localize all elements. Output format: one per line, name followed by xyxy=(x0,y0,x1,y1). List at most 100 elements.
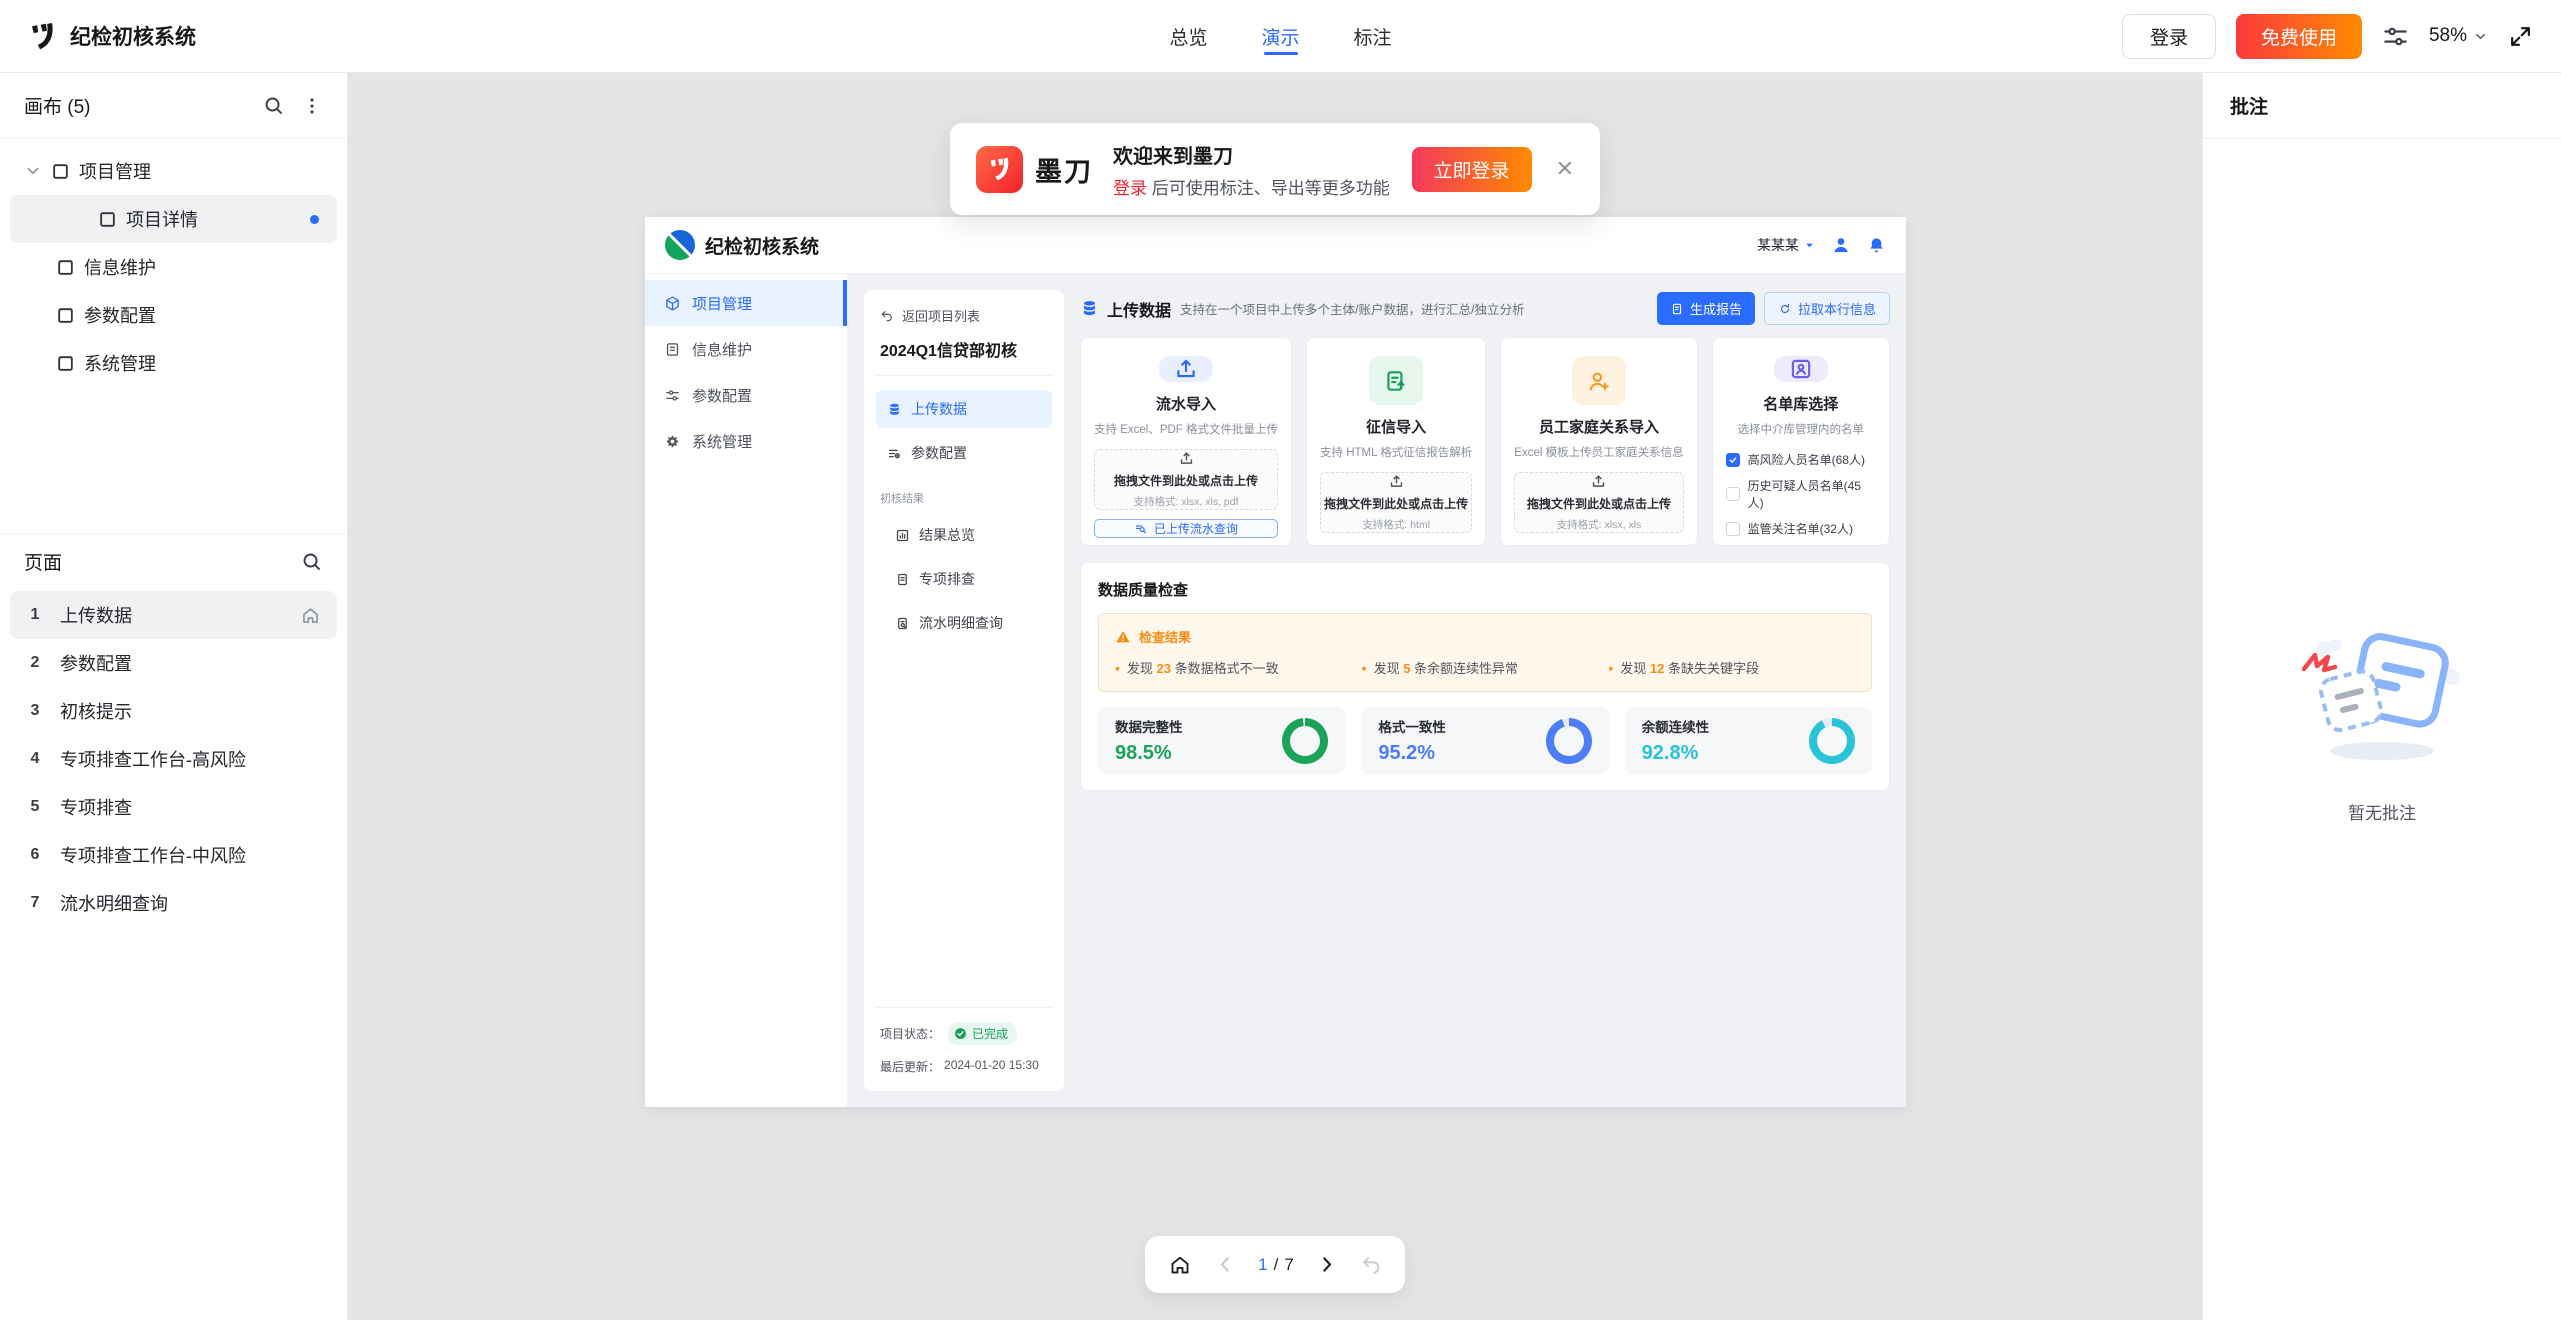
status-badge: 已完成 xyxy=(948,1022,1017,1045)
bullet: • xyxy=(1608,660,1613,676)
canvas-tree: 项目管理 项目详情 信息维护 参数配置 xyxy=(0,139,347,533)
bank-logo-icon xyxy=(665,230,695,260)
document-icon xyxy=(895,572,910,587)
free-use-button[interactable]: 免费使用 xyxy=(2236,14,2362,59)
option-regulator-watch[interactable]: 监管关注名单(32人) xyxy=(1726,520,1876,537)
back-to-project-list[interactable]: 返回项目列表 xyxy=(876,306,1052,325)
menu-item-special-check[interactable]: 专项排查 xyxy=(884,560,1052,598)
uploaded-flow-query-label: 已上传流水查询 xyxy=(1154,520,1238,537)
next-page-icon[interactable] xyxy=(1316,1254,1337,1275)
nav-item-info-maintain[interactable]: 信息维护 xyxy=(645,326,847,372)
page-row-special-check[interactable]: 5 专项排查 xyxy=(10,783,337,831)
dropzone-formats: 支持格式: xlsx, xls, pdf xyxy=(1134,494,1239,509)
login-now-button[interactable]: 立即登录 xyxy=(1412,147,1532,192)
chevron-down-icon xyxy=(2473,29,2488,44)
option-high-risk[interactable]: 高风险人员名单(68人) xyxy=(1726,451,1876,468)
check-circle-icon xyxy=(954,1027,967,1040)
fullscreen-icon[interactable] xyxy=(2508,24,2533,49)
page-row-review-hint[interactable]: 3 初核提示 xyxy=(10,687,337,735)
tree-item-project-detail[interactable]: 项目详情 xyxy=(10,195,337,243)
menu-item-flow-detail-query[interactable]: 流水明细查询 xyxy=(884,604,1052,642)
restart-icon[interactable] xyxy=(1360,1254,1382,1276)
back-label: 返回项目列表 xyxy=(902,306,980,325)
metric-label: 余额连续性 xyxy=(1642,716,1710,736)
card-title: 名单库选择 xyxy=(1763,393,1838,414)
uploaded-flow-query-button[interactable]: 已上传流水查询 xyxy=(1094,519,1278,538)
login-button[interactable]: 登录 xyxy=(2122,14,2216,59)
updated-label: 最后更新： xyxy=(880,1058,940,1075)
page-number: 2 xyxy=(26,654,44,672)
chevron-down-icon[interactable] xyxy=(24,162,42,180)
checkbox-unchecked-icon[interactable] xyxy=(1726,522,1740,536)
generate-report-button[interactable]: 生成报告 xyxy=(1657,292,1755,325)
nav-label: 信息维护 xyxy=(692,339,752,360)
nav-item-params-config[interactable]: 参数配置 xyxy=(645,372,847,418)
results-section-label: 初核结果 xyxy=(880,490,1048,506)
card-desc: 选择中介库管理内的名单 xyxy=(1738,421,1865,437)
frame-icon xyxy=(51,162,70,181)
presentation-controls: 1 / 7 xyxy=(1145,1236,1405,1293)
flow-dropzone[interactable]: 拖拽文件到此处或点击上传 支持格式: xlsx, xls, pdf xyxy=(1094,449,1278,510)
search-icon[interactable] xyxy=(300,550,323,573)
upload-icon xyxy=(1159,356,1213,382)
app-title: 纪检初核系统 xyxy=(70,21,196,51)
metric-label: 数据完整性 xyxy=(1115,716,1183,736)
home-icon[interactable] xyxy=(1168,1253,1192,1277)
tree-item-label: 系统管理 xyxy=(84,350,156,376)
home-icon xyxy=(300,605,321,626)
dropzone-text: 拖拽文件到此处或点击上传 xyxy=(1324,495,1468,512)
tree-item-label: 项目详情 xyxy=(126,206,198,232)
menu-label: 结果总览 xyxy=(919,525,975,545)
card-desc: Excel 模板上传员工家庭关系信息 xyxy=(1514,444,1683,460)
settings-sliders-icon[interactable] xyxy=(2382,23,2409,50)
tree-item-system-manage[interactable]: 系统管理 xyxy=(10,339,337,387)
user-icon[interactable] xyxy=(1831,235,1851,255)
cube-icon xyxy=(664,295,681,312)
family-dropzone[interactable]: 拖拽文件到此处或点击上传 支持格式: xlsx, xls xyxy=(1514,472,1683,533)
nav-item-project-management[interactable]: 项目管理 xyxy=(645,280,847,326)
project-sidebar: 返回项目列表 2024Q1信贷部初核 上传数据 参数配置 初核结果 xyxy=(864,290,1064,1091)
annotation-panel: 批注 暂无批注 xyxy=(2202,73,2561,1320)
tree-item-params-config[interactable]: 参数配置 xyxy=(10,291,337,339)
option-label: 历史可疑人员名单(45人) xyxy=(1748,477,1876,511)
bell-icon[interactable] xyxy=(1867,236,1886,255)
menu-item-results-overview[interactable]: 结果总览 xyxy=(884,516,1052,554)
empty-annotation-text: 暂无批注 xyxy=(2348,799,2416,824)
page-row-workbench-mid[interactable]: 6 专项排查工作台-中风险 xyxy=(10,831,337,879)
page-row-workbench-high[interactable]: 4 专项排查工作台-高风险 xyxy=(10,735,337,783)
page-row-flow-detail[interactable]: 7 流水明细查询 xyxy=(10,879,337,927)
metric-value: 98.5% xyxy=(1115,742,1183,765)
zoom-select[interactable]: 58% xyxy=(2429,25,2488,47)
page-row-params-config[interactable]: 2 参数配置 xyxy=(10,639,337,687)
tree-item-info-maintain[interactable]: 信息维护 xyxy=(10,243,337,291)
left-sidebar: 画布 (5) 项目管理 xyxy=(0,73,348,1320)
kebab-menu-icon[interactable] xyxy=(301,95,323,117)
checkbox-unchecked-icon[interactable] xyxy=(1726,487,1740,501)
frame-icon xyxy=(56,306,75,325)
upload-icon xyxy=(1388,473,1405,490)
check-result-label: 检查结果 xyxy=(1139,627,1191,646)
option-history-suspect[interactable]: 历史可疑人员名单(45人) xyxy=(1726,477,1876,511)
prev-page-icon[interactable] xyxy=(1215,1254,1236,1275)
menu-item-params-config[interactable]: 参数配置 xyxy=(876,434,1052,472)
tab-overview[interactable]: 总览 xyxy=(1169,0,1207,72)
nav-item-system-manage[interactable]: 系统管理 xyxy=(645,418,847,464)
close-icon[interactable]: ✕ xyxy=(1556,158,1574,180)
annotation-empty-state: 暂无批注 xyxy=(2203,625,2561,824)
banner-login-link[interactable]: 登录 xyxy=(1113,179,1147,198)
top-bar: 纪检初核系统 总览 演示 标注 登录 免费使用 58% xyxy=(0,0,2561,73)
page-row-upload-data[interactable]: 1 上传数据 xyxy=(10,591,337,639)
pull-bank-info-button[interactable]: 拉取本行信息 xyxy=(1764,292,1890,325)
page-label: 专项排查 xyxy=(60,794,132,820)
tab-presentation[interactable]: 演示 xyxy=(1261,0,1299,72)
tree-item-project-management[interactable]: 项目管理 xyxy=(10,147,337,195)
search-icon[interactable] xyxy=(262,94,285,117)
tab-annotation[interactable]: 标注 xyxy=(1354,0,1392,72)
card-desc: 支持 Excel、PDF 格式文件批量上传 xyxy=(1094,421,1278,437)
credit-dropzone[interactable]: 拖拽文件到此处或点击上传 支持格式: html xyxy=(1320,472,1472,533)
menu-item-upload-data[interactable]: 上传数据 xyxy=(876,390,1052,428)
checkbox-checked-icon[interactable] xyxy=(1726,453,1740,467)
user-dropdown[interactable]: 某某某 xyxy=(1757,235,1815,255)
page-label: 专项排查工作台-中风险 xyxy=(60,842,246,868)
canvas-count-label: 画布 (5) xyxy=(24,92,91,119)
